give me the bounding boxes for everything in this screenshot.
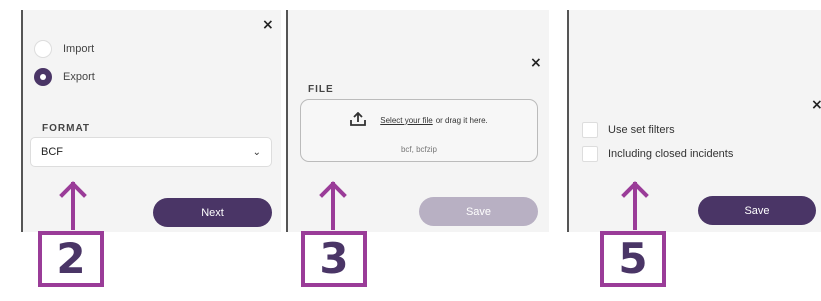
radio-export-label: Export: [63, 71, 95, 83]
chevron-down-icon: ⌄: [252, 146, 261, 158]
radio-button[interactable]: [34, 40, 52, 58]
select-file-link[interactable]: Select your file: [380, 116, 432, 125]
upload-icon: [350, 111, 367, 128]
up-arrow-icon: [319, 181, 347, 230]
including-closed-checkbox[interactable]: [582, 146, 598, 162]
radio-import-label: Import: [63, 43, 95, 55]
step-number-badge: 3: [301, 231, 367, 287]
use-set-filters-checkbox[interactable]: [582, 122, 598, 138]
including-closed-label: Including closed incidents: [608, 148, 734, 160]
close-icon[interactable]: ×: [530, 56, 542, 70]
format-label: FORMAT: [42, 123, 91, 134]
save-button-disabled[interactable]: Save: [419, 197, 538, 226]
file-label: FILE: [308, 84, 334, 95]
use-set-filters-label: Use set filters: [608, 124, 675, 136]
radio-button-selected[interactable]: [34, 68, 52, 86]
panel-divider: [286, 10, 288, 232]
radio-import[interactable]: Import: [34, 40, 94, 58]
close-icon[interactable]: ×: [262, 18, 274, 32]
format-select[interactable]: BCF ⌄: [30, 137, 272, 167]
drag-hint: or drag it here.: [435, 115, 488, 125]
radio-export[interactable]: Export: [34, 68, 95, 86]
up-arrow-icon: [59, 181, 87, 230]
accepted-formats: bcf, bcfzip: [400, 145, 437, 154]
use-set-filters-row[interactable]: Use set filters: [582, 122, 675, 138]
step-number-badge: 5: [600, 231, 666, 287]
step-number-badge: 2: [38, 231, 104, 287]
save-button[interactable]: Save: [698, 196, 816, 225]
file-dropzone[interactable]: Select your file or drag it here. bcf, b…: [300, 99, 538, 162]
up-arrow-icon: [621, 181, 649, 230]
panel-divider: [21, 10, 23, 232]
next-button[interactable]: Next: [153, 198, 272, 227]
including-closed-row[interactable]: Including closed incidents: [582, 146, 733, 162]
close-icon[interactable]: ×: [811, 98, 821, 112]
dropzone-row: Select your file or drag it here.: [301, 111, 537, 128]
format-select-value: BCF: [41, 146, 63, 158]
panel-divider: [567, 10, 569, 232]
